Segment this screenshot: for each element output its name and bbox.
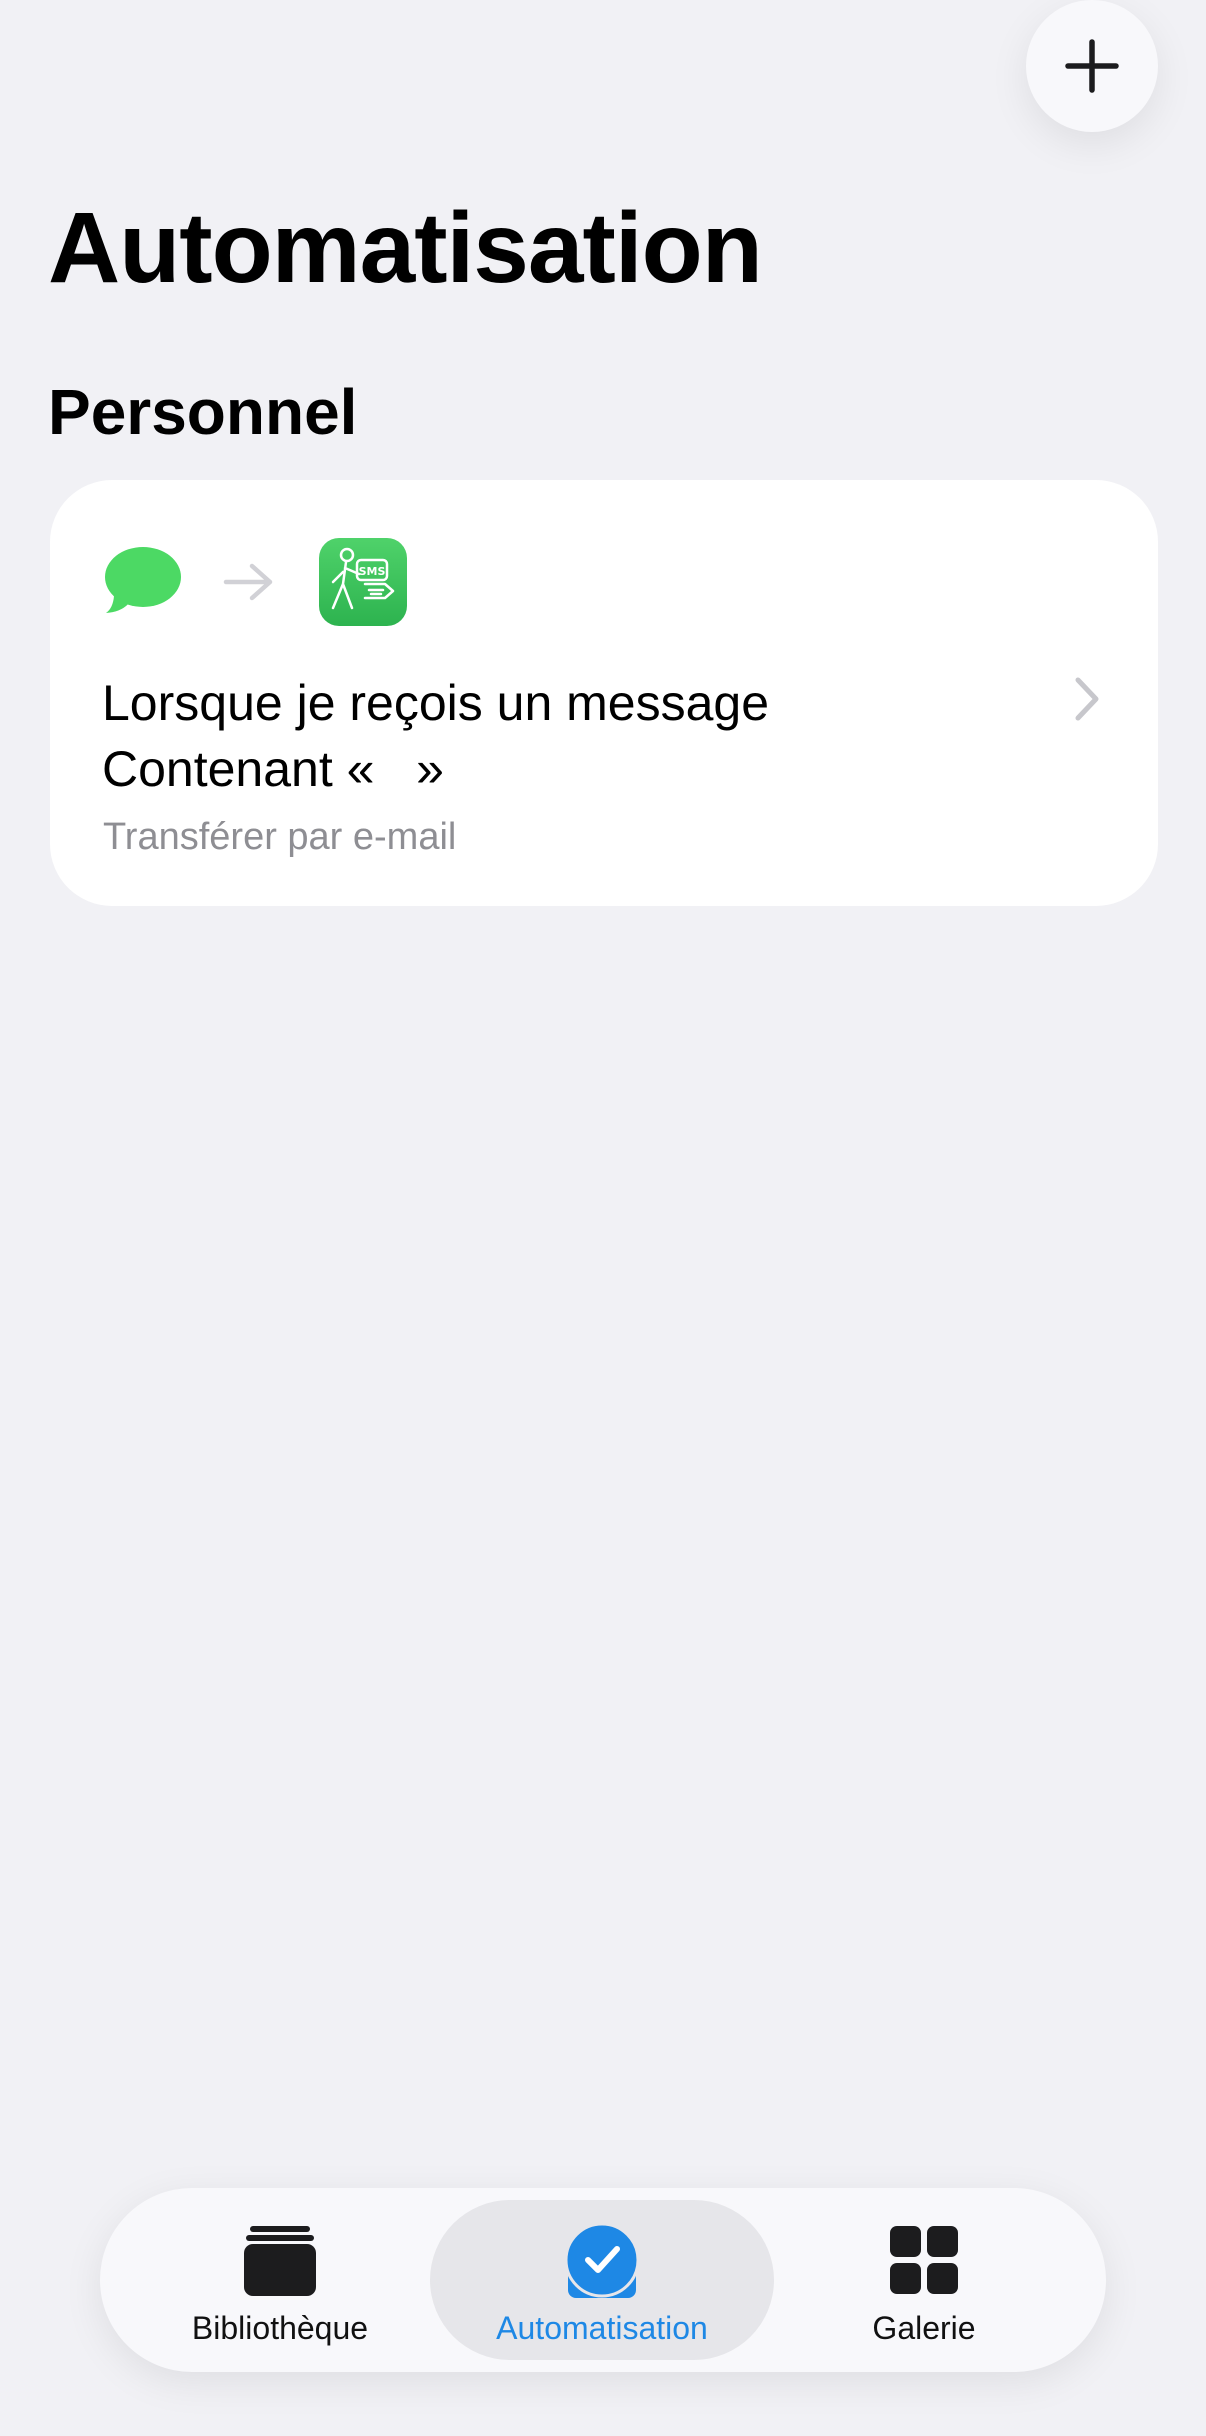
- chevron-right-icon: [1075, 677, 1099, 721]
- tab-gallery[interactable]: Galerie: [784, 2200, 1064, 2360]
- tab-library-label: Bibliothèque: [191, 2310, 369, 2346]
- section-title: Personnel: [48, 376, 358, 448]
- automation-title: Lorsque je reçois un message Contenant «…: [102, 670, 1032, 802]
- tab-bar: Bibliothèque Automatisation Galerie: [100, 2188, 1106, 2372]
- tab-automation-label: Automatisation: [496, 2310, 708, 2346]
- messages-icon: [105, 547, 181, 613]
- automation-trigger-line: Lorsque je reçois un message: [102, 675, 770, 731]
- svg-text:SMS: SMS: [359, 565, 386, 578]
- tab-gallery-label: Galerie: [872, 2310, 976, 2346]
- tab-library[interactable]: Bibliothèque: [140, 2200, 420, 2360]
- page-title: Automatisation: [48, 192, 763, 304]
- automation-action-subtitle: Transférer par e-mail: [103, 816, 457, 858]
- gallery-icon: [890, 2226, 958, 2294]
- automation-card[interactable]: SMS Lorsque je reçois un message Contena…: [50, 480, 1158, 906]
- tab-automation[interactable]: Automatisation: [430, 2200, 774, 2360]
- library-icon: [244, 2226, 316, 2296]
- arrow-right-icon: [223, 563, 273, 601]
- plus-icon: [1065, 39, 1119, 93]
- sms-forward-icon: SMS: [319, 538, 407, 626]
- add-automation-button[interactable]: [1026, 0, 1158, 132]
- automation-icon: [564, 2222, 640, 2298]
- automation-condition-line: Contenant « »: [102, 741, 444, 797]
